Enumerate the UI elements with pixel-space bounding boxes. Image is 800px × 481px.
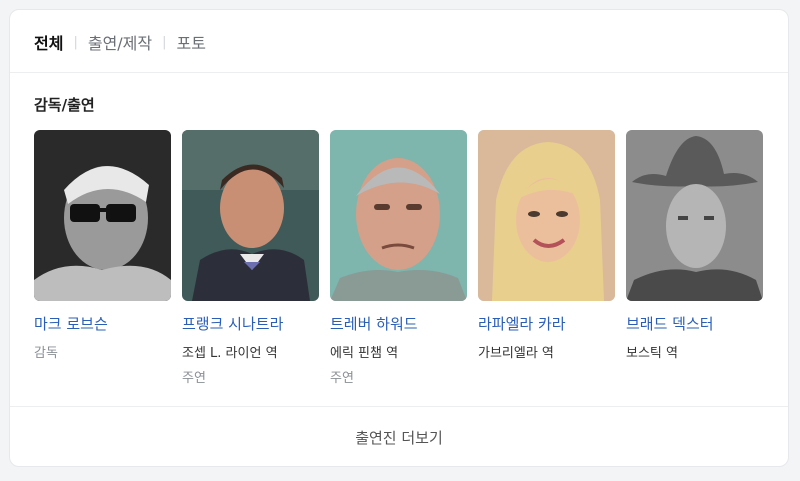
portrait-image — [330, 130, 467, 301]
tab-separator: | — [162, 34, 167, 50]
person-photo[interactable] — [34, 130, 171, 301]
person-name[interactable]: 마크 로브슨 — [34, 313, 171, 334]
tab-photo[interactable]: 포토 — [177, 30, 206, 54]
person-card: 마크 로브슨 감독 — [34, 130, 171, 386]
person-photo[interactable] — [182, 130, 319, 301]
portrait-image — [182, 130, 319, 301]
person-name[interactable]: 브래드 덱스터 — [626, 313, 763, 334]
person-photo[interactable] — [626, 130, 763, 301]
person-role: 보스틱 역 — [626, 346, 678, 361]
portrait-image — [478, 130, 615, 301]
person-role: 에릭 핀챔 역 — [330, 346, 399, 361]
person-photo[interactable] — [330, 130, 467, 301]
tab-bar: 전체 | 출연/제작 | 포토 — [34, 30, 206, 54]
person-name[interactable]: 트레버 하워드 — [330, 313, 467, 334]
portrait-image — [626, 130, 763, 301]
person-billing: 주연 — [182, 371, 206, 386]
section-title: 감독/출연 — [34, 96, 95, 114]
divider — [10, 72, 788, 73]
person-name[interactable]: 프랭크 시나트라 — [182, 313, 319, 334]
tab-separator: | — [73, 34, 78, 50]
cast-card: 전체 | 출연/제작 | 포토 감독/출연 마크 로브슨 감독 프랭크 시나트라… — [9, 9, 789, 467]
tab-all[interactable]: 전체 — [34, 30, 63, 54]
person-card: 프랭크 시나트라 조셉 L. 라이언 역 주연 — [182, 130, 319, 386]
person-role: 감독 — [34, 346, 58, 361]
tab-cast-production[interactable]: 출연/제작 — [88, 30, 152, 54]
person-role: 가브리엘라 역 — [478, 346, 554, 361]
person-card: 트레버 하워드 에릭 핀챔 역 주연 — [330, 130, 467, 386]
person-billing: 주연 — [330, 371, 354, 386]
person-photo[interactable] — [478, 130, 615, 301]
person-role: 조셉 L. 라이언 역 — [182, 346, 278, 361]
portrait-image — [34, 130, 171, 301]
more-cast-button[interactable]: 출연진 더보기 — [10, 407, 788, 467]
person-card: 라파엘라 카라 가브리엘라 역 — [478, 130, 615, 386]
person-name[interactable]: 라파엘라 카라 — [478, 313, 615, 334]
person-card: 브래드 덱스터 보스틱 역 — [626, 130, 763, 386]
people-list: 마크 로브슨 감독 프랭크 시나트라 조셉 L. 라이언 역 주연 트레버 하워… — [34, 130, 763, 386]
